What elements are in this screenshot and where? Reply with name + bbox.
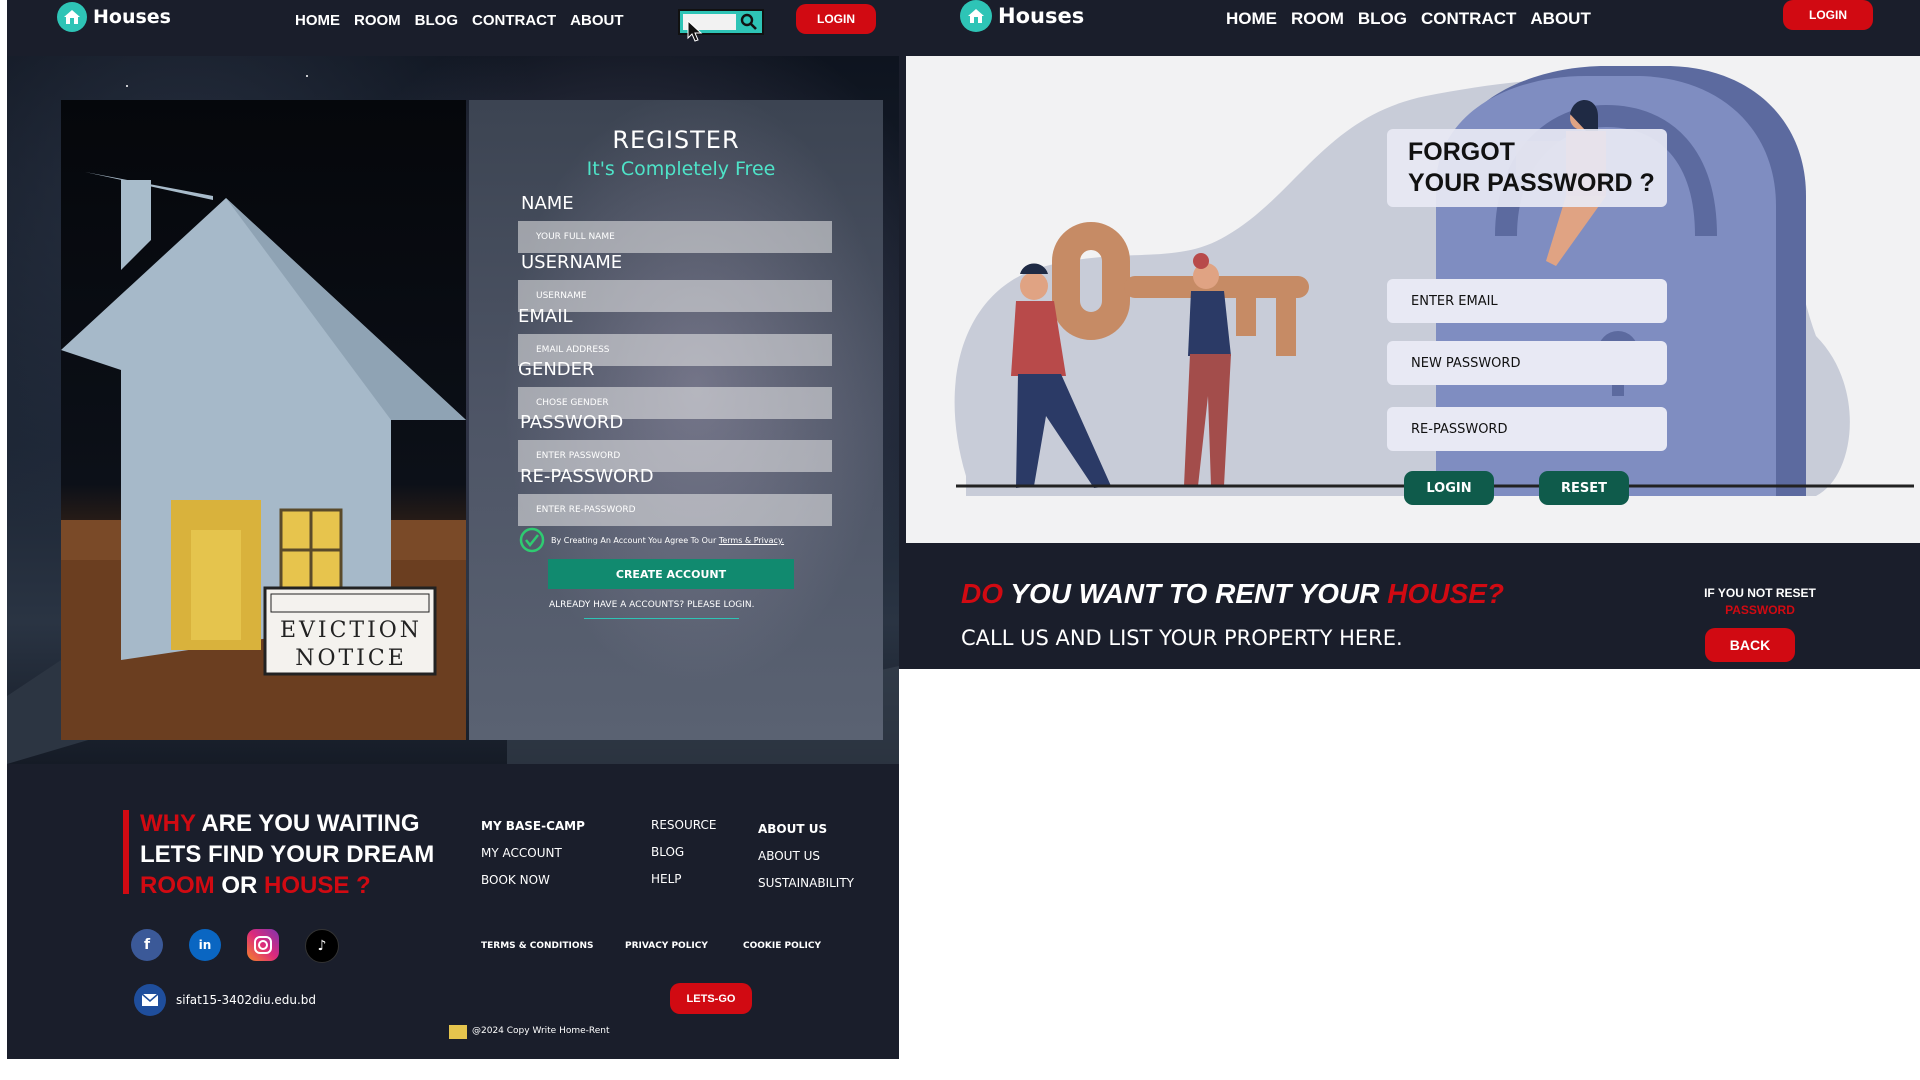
hero-section: EVICTION NOTICE REGISTER It's Completely… <box>7 56 899 764</box>
already-have-account-link[interactable]: ALREADY HAVE A ACCOUNTS? PLEASE LOGIN. <box>549 600 755 610</box>
link-underline <box>584 618 739 619</box>
rent-headline: DO YOU WANT TO RENT YOUR HOUSE? <box>961 578 1504 610</box>
brand-name: Houses <box>93 6 171 28</box>
enter-email-field[interactable] <box>1387 279 1667 323</box>
back-button[interactable]: BACK <box>1705 628 1795 662</box>
footer-link-help[interactable]: HELP <box>651 872 716 886</box>
name-label: NAME <box>521 193 574 214</box>
policy-cookie[interactable]: COOKIE POLICY <box>743 941 821 951</box>
headline-room: ROOM <box>140 872 215 899</box>
policy-terms[interactable]: TERMS & CONDITIONS <box>481 941 594 951</box>
headline-house: HOUSE ? <box>264 872 371 899</box>
footer-link-my-account[interactable]: MY ACCOUNT <box>481 846 585 860</box>
rent-head-middle: YOU WANT TO RENT YOUR <box>1003 578 1388 609</box>
brand-logo[interactable]: Houses <box>57 2 171 32</box>
footer-link-blog[interactable]: BLOG <box>651 845 716 859</box>
reset-note-l2: PASSWORD <box>1725 603 1795 617</box>
nav-contract[interactable]: CONTRACT <box>1421 9 1516 29</box>
nav-links: HOME ROOM BLOG CONTRACT ABOUT <box>295 12 624 29</box>
nav-about[interactable]: ABOUT <box>1530 9 1590 29</box>
register-subtitle: It's Completely Free <box>586 158 776 180</box>
footer-heading-about[interactable]: ABOUT US <box>758 822 854 836</box>
footer-link-about-us[interactable]: ABOUT US <box>758 849 854 863</box>
search-icon[interactable] <box>740 13 758 31</box>
rent-subtext: CALL US AND LIST YOUR PROPERTY HERE. <box>961 626 1403 650</box>
brand-name: Houses <box>998 4 1085 28</box>
login-button[interactable]: LOGIN <box>1783 0 1873 30</box>
nav-blog[interactable]: BLOG <box>1358 9 1407 29</box>
linkedin-icon[interactable]: in <box>189 929 221 961</box>
facebook-icon[interactable]: f <box>131 929 163 961</box>
terms-prefix: By Creating An Account You Agree To Our <box>551 536 719 545</box>
re-password-label: RE-PASSWORD <box>520 466 654 487</box>
terms-link[interactable]: Terms & Privacy. <box>719 536 784 545</box>
eviction-sign-line2: NOTICE <box>295 646 407 671</box>
headline-or: OR <box>214 872 265 899</box>
re-password-field[interactable] <box>1387 407 1667 451</box>
footer-col-about: ABOUT US ABOUT US SUSTAINABILITY <box>758 822 854 903</box>
headline-l1: ARE YOU WAITING <box>195 810 420 837</box>
terms-checkbox[interactable] <box>518 526 546 554</box>
register-form: REGISTER It's Completely Free NAME USERN… <box>469 100 883 740</box>
username-label: USERNAME <box>521 252 623 273</box>
reset-note-l1: IF YOU NOT RESET <box>1704 586 1816 600</box>
re-password-field[interactable] <box>518 494 832 526</box>
top-nav: Houses HOME ROOM BLOG CONTRACT ABOUT LOG… <box>7 0 899 56</box>
new-password-field[interactable] <box>1387 341 1667 385</box>
eviction-house-photo: EVICTION NOTICE <box>61 100 466 740</box>
tiktok-icon[interactable]: ♪ <box>305 929 339 963</box>
terms-text: By Creating An Account You Agree To Our … <box>551 536 784 545</box>
rent-head-house: HOUSE? <box>1387 578 1504 609</box>
mail-icon <box>134 984 166 1016</box>
forgot-title-l2: YOUR PASSWORD ? <box>1408 169 1655 197</box>
reset-button[interactable]: RESET <box>1539 471 1629 505</box>
footer-link-base-camp[interactable]: MY BASE-CAMP <box>481 819 585 833</box>
password-label: PASSWORD <box>520 412 624 433</box>
gender-label: GENDER <box>518 359 595 380</box>
lets-go-button[interactable]: LETS-GO <box>670 983 752 1014</box>
forgot-password-illustration: FORGOT YOUR PASSWORD ? LOGIN RESET <box>906 56 1920 543</box>
contact-email[interactable]: sifat15-3402diu.edu.bd <box>176 993 316 1007</box>
login-button[interactable]: LOGIN <box>796 4 876 34</box>
nav-home[interactable]: HOME <box>1226 9 1277 29</box>
nav-room[interactable]: ROOM <box>1291 9 1344 29</box>
rent-head-do: DO <box>961 578 1003 609</box>
footer-link-resource[interactable]: RESOURCE <box>651 818 716 832</box>
create-account-button[interactable]: CREATE ACCOUNT <box>548 559 794 589</box>
paper-house-illustration <box>61 172 466 740</box>
mouse-cursor-icon <box>687 20 703 42</box>
nav-about[interactable]: ABOUT <box>570 12 623 29</box>
instagram-icon[interactable] <box>247 929 279 961</box>
eviction-sign-line1: EVICTION <box>279 618 423 643</box>
forgot-password-panel: Houses HOME ROOM BLOG CONTRACT ABOUT LOG… <box>899 0 1920 669</box>
footer-col-basecamp: MY BASE-CAMP MY ACCOUNT BOOK NOW <box>481 819 585 900</box>
footer-col-resource: RESOURCE BLOG HELP <box>651 818 716 899</box>
register-page-panel: Houses HOME ROOM BLOG CONTRACT ABOUT LOG… <box>7 0 899 1059</box>
nav-home[interactable]: HOME <box>295 12 340 29</box>
nav-room[interactable]: ROOM <box>354 12 401 29</box>
headline-l2: LETS FIND YOUR DREAM <box>140 841 435 868</box>
footer-headline: WHY ARE YOU WAITING LETS FIND YOUR DREAM… <box>140 808 434 901</box>
footer-link-book-now[interactable]: BOOK NOW <box>481 873 585 887</box>
register-title: REGISTER <box>612 126 740 154</box>
nav-blog[interactable]: BLOG <box>415 12 458 29</box>
home-icon <box>960 0 992 32</box>
name-field[interactable] <box>518 221 832 253</box>
footer-link-sustainability[interactable]: SUSTAINABILITY <box>758 876 854 890</box>
forgot-login-button[interactable]: LOGIN <box>1404 471 1494 505</box>
nav-links: HOME ROOM BLOG CONTRACT ABOUT <box>1226 9 1591 29</box>
email-label: EMAIL <box>518 306 573 327</box>
policy-privacy[interactable]: PRIVACY POLICY <box>625 941 708 951</box>
headline-why: WHY <box>140 810 196 837</box>
copyright-text: @2024 Copy Write Home-Rent <box>472 1026 610 1036</box>
brand-logo[interactable]: Houses <box>960 0 1084 32</box>
home-icon <box>57 2 87 32</box>
nav-contract[interactable]: CONTRACT <box>472 12 556 29</box>
copyright-note-icon <box>449 1025 467 1039</box>
headline-accent-bar <box>123 810 129 894</box>
forgot-title-l1: FORGOT <box>1408 138 1515 166</box>
